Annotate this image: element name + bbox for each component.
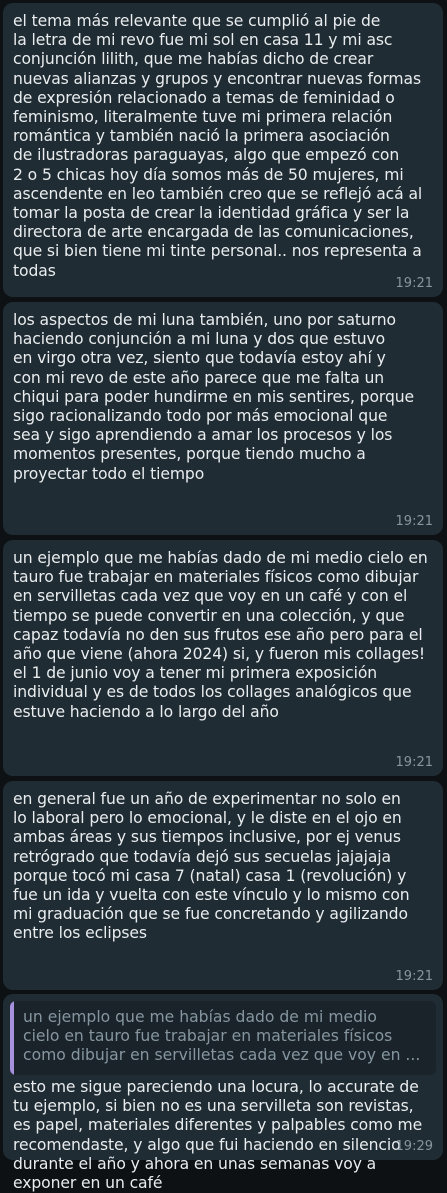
message-time: 19:29 bbox=[395, 1139, 433, 1154]
message-bubble[interactable]: un ejemplo que me habías dado de mi medi… bbox=[3, 540, 443, 776]
message-bubble[interactable]: el tema más relevante que se cumplió al … bbox=[3, 3, 443, 297]
chat-message-list: el tema más relevante que se cumplió al … bbox=[0, 0, 447, 1192]
message-time: 19:21 bbox=[395, 755, 433, 770]
message-bubble[interactable]: los aspectos de mi luna también, uno por… bbox=[3, 302, 443, 535]
message-text: un ejemplo que me habías dado de mi medi… bbox=[13, 549, 428, 721]
message-time: 19:21 bbox=[395, 276, 433, 291]
quoted-message[interactable]: un ejemplo que me habías dado de mi medi… bbox=[10, 1001, 436, 1075]
message-text: los aspectos de mi luna también, uno por… bbox=[13, 311, 415, 483]
reply-message-bubble[interactable]: un ejemplo que me habías dado de mi medi… bbox=[3, 994, 443, 1192]
message-time: 19:21 bbox=[395, 514, 433, 529]
message-text: en general fue un año de experimentar no… bbox=[13, 790, 410, 943]
quote-accent-bar bbox=[10, 1001, 14, 1075]
message-text: esto me sigue pareciendo una locura, lo … bbox=[13, 1078, 423, 1193]
message-text: el tema más relevante que se cumplió al … bbox=[13, 12, 423, 280]
quoted-message-text: un ejemplo que me habías dado de mi medi… bbox=[23, 1008, 421, 1065]
message-time: 19:21 bbox=[395, 969, 433, 984]
message-bubble[interactable]: en general fue un año de experimentar no… bbox=[3, 781, 443, 990]
